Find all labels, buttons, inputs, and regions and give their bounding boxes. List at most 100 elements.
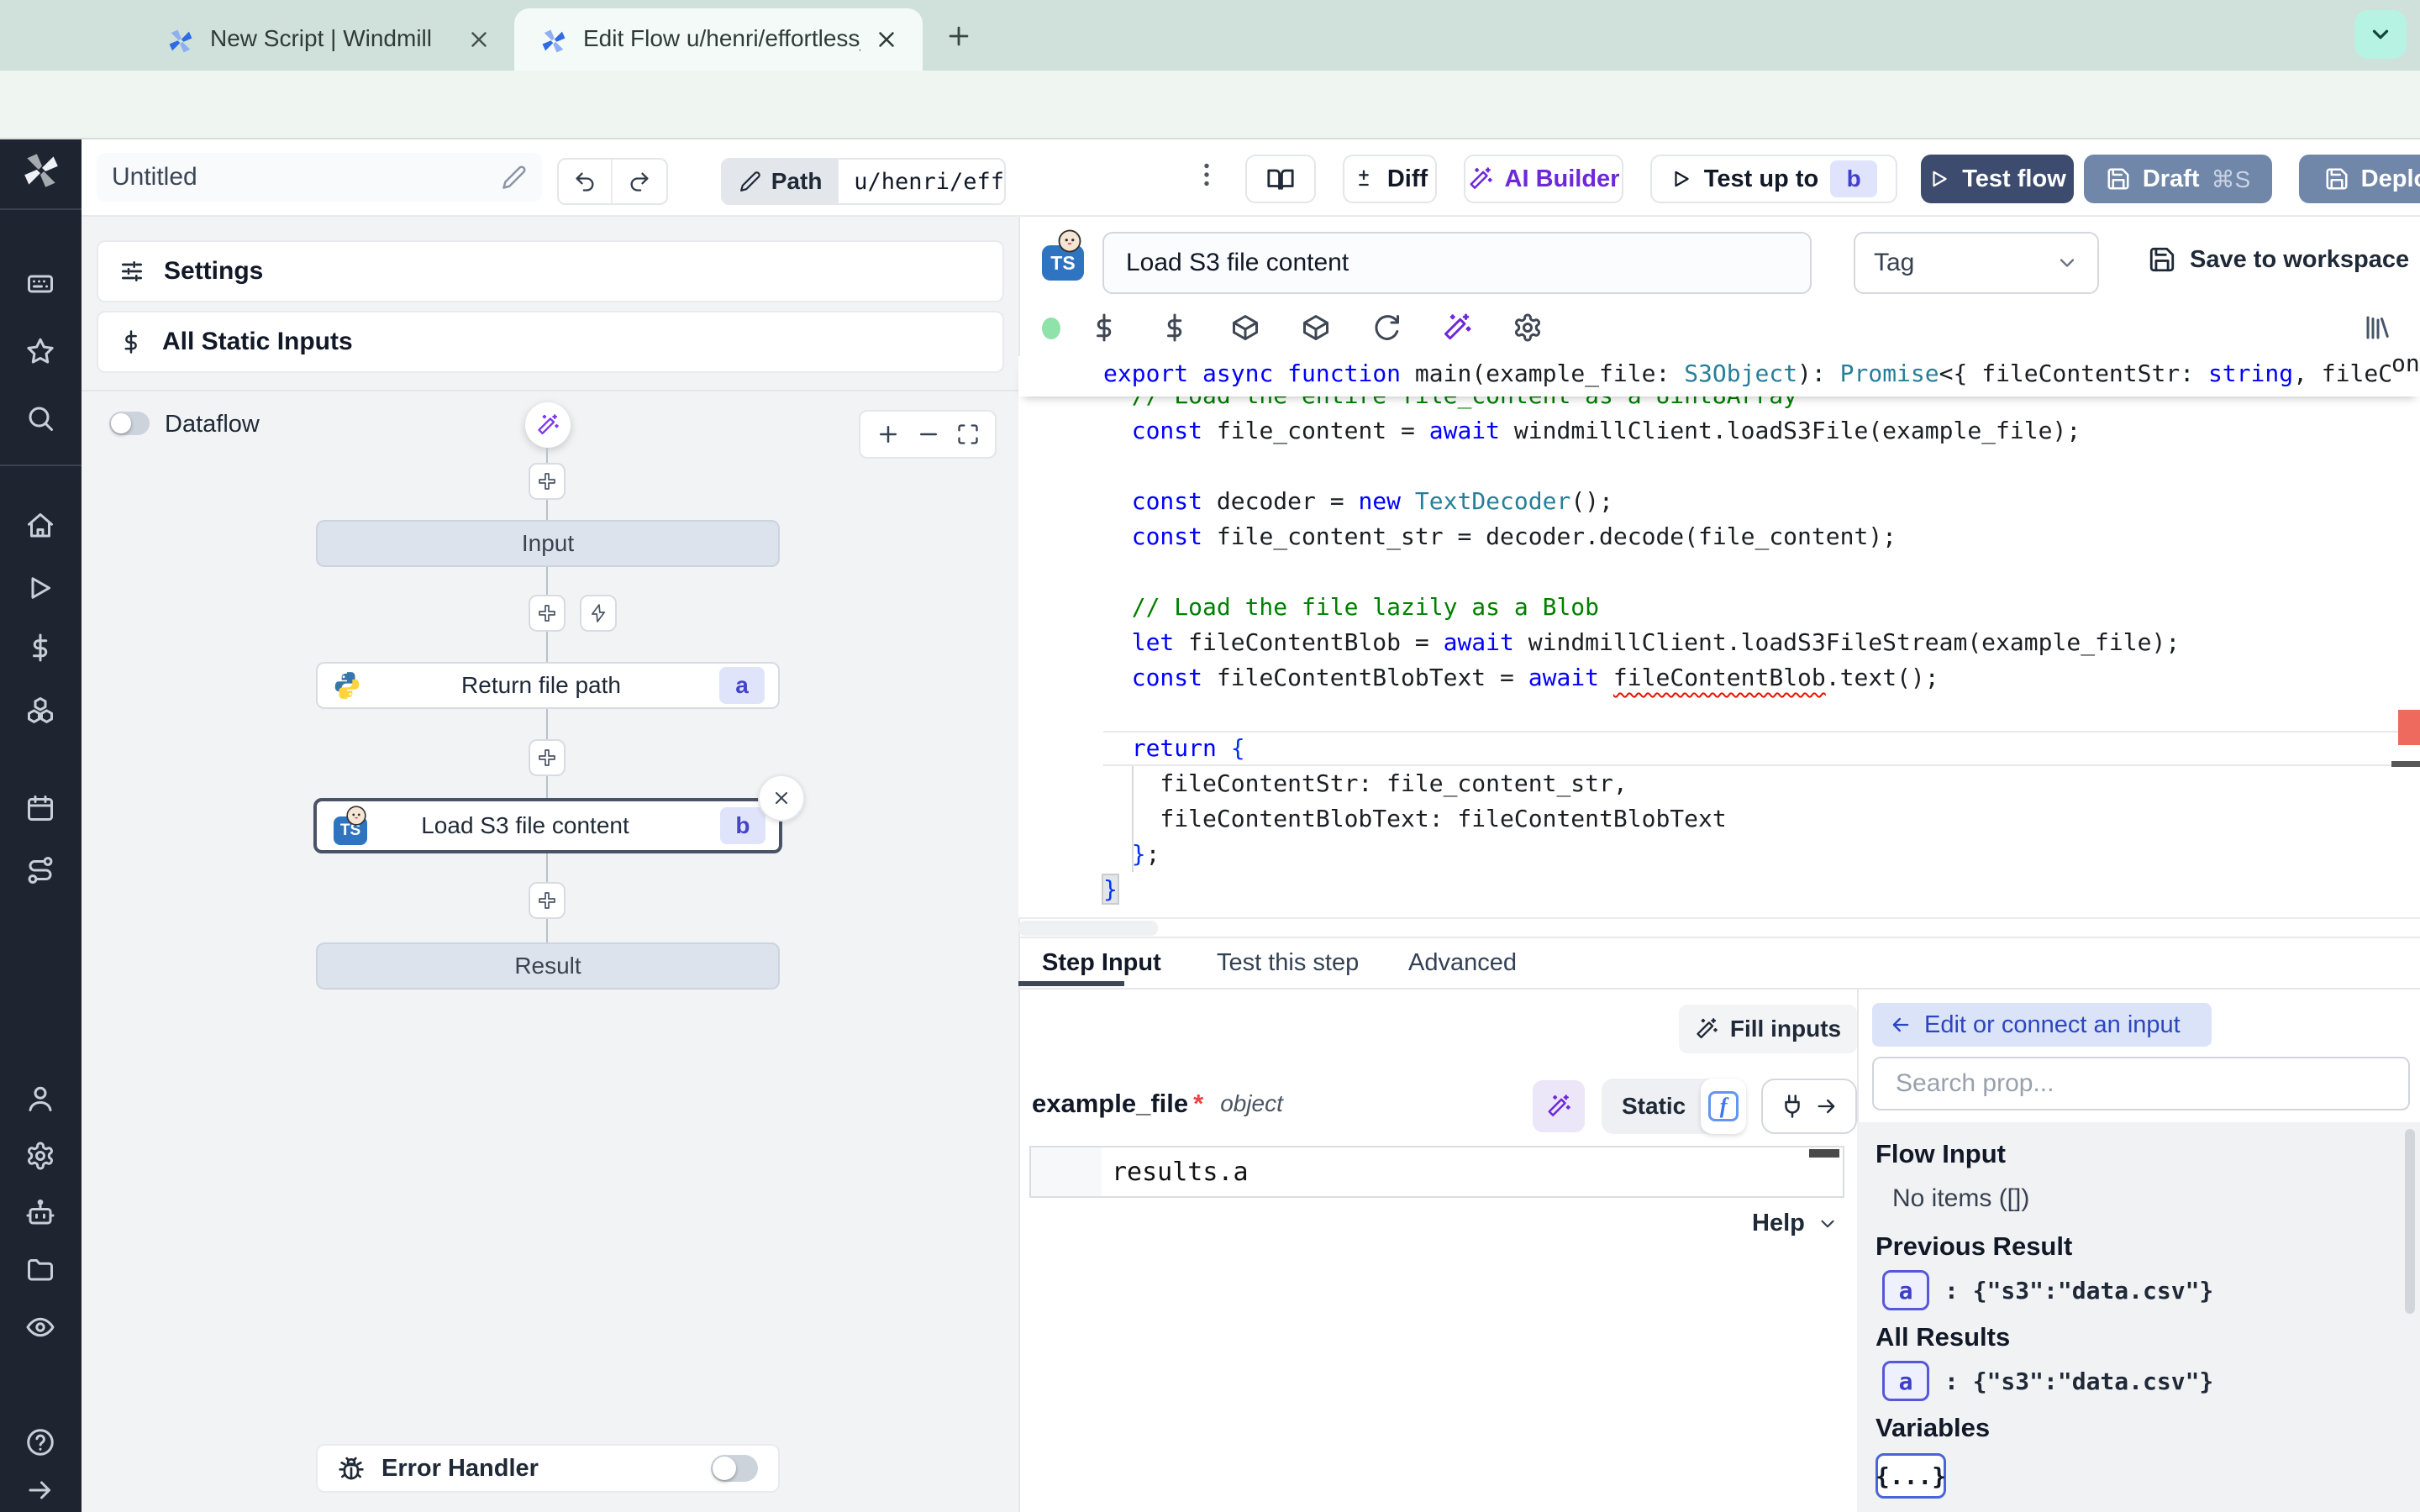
windmill-logo[interactable] (20, 150, 62, 192)
expr-editor[interactable]: results.a (1029, 1146, 1844, 1198)
sidebar-item-home-icon[interactable] (25, 511, 55, 541)
sidebar-item-users-icon[interactable] (25, 1084, 55, 1114)
scrollbar-cursor-marker[interactable] (2391, 761, 2420, 767)
previous-result-row[interactable]: a : {"s3":"data.csv"} (1882, 1270, 2213, 1310)
flow-name-field[interactable]: Untitled (97, 153, 542, 202)
expr-scrollbar-thumb[interactable] (1809, 1149, 1839, 1158)
path-chip[interactable]: Path u/henri/eff (721, 158, 1006, 205)
new-tab-icon[interactable] (944, 22, 973, 50)
all-static-inputs-button[interactable]: All Static Inputs (97, 311, 1004, 373)
sidebar-expand-arrow-icon[interactable] (25, 1475, 55, 1505)
sidebar-item-help-icon[interactable] (25, 1427, 55, 1457)
save-to-workspace-button[interactable]: Save to workspace (2148, 245, 2409, 274)
path-label-segment[interactable]: Path (723, 160, 839, 203)
prop-picker-scrollbar[interactable] (2405, 1129, 2415, 1314)
tab-advanced[interactable]: Advanced (1408, 949, 1517, 977)
arg-ai-wand-button[interactable] (1533, 1080, 1585, 1132)
sidebar-item-schedules-icon[interactable] (25, 793, 55, 823)
javascript-expr-mode-button[interactable]: f (1701, 1079, 1746, 1134)
test-flow-label: Test flow (1962, 165, 2066, 193)
add-step-button-1[interactable] (529, 595, 566, 632)
result-value[interactable]: : {"s3":"data.csv"} (1944, 1277, 2213, 1305)
step-name-input[interactable]: Load S3 file content (1102, 232, 1812, 294)
result-value[interactable]: : {"s3":"data.csv"} (1944, 1368, 2213, 1395)
add-step-button-top[interactable] (529, 463, 566, 500)
horizontal-scrollbar-thumb[interactable] (1018, 921, 1158, 936)
flow-node-step-b-selected[interactable]: TS Load S3 file content b (313, 798, 782, 853)
flow-settings-button[interactable]: Settings (97, 240, 1004, 302)
test-flow-button[interactable]: Test flow (1921, 155, 2074, 203)
package-icon[interactable] (1230, 312, 1260, 343)
zoom-in-icon[interactable] (876, 422, 901, 447)
fit-view-icon[interactable] (956, 423, 980, 446)
sidebar-item-favorites-icon[interactable] (25, 336, 55, 366)
fill-inputs-label: Fill inputs (1730, 1016, 1841, 1042)
reload-icon[interactable] (1371, 312, 1402, 343)
diff-button[interactable]: Diff (1343, 155, 1437, 203)
help-link[interactable]: Help (1752, 1210, 1839, 1237)
draft-button[interactable]: Draft ⌘S (2084, 155, 2272, 203)
static-mode-label[interactable]: Static (1622, 1093, 1686, 1120)
undo-button[interactable] (559, 160, 613, 203)
library-icon[interactable] (2363, 312, 2393, 343)
fill-inputs-button[interactable]: Fill inputs (1679, 1005, 1857, 1053)
sidebar-item-search-icon[interactable] (25, 403, 55, 433)
test-up-to-button[interactable]: Test up to b (1650, 155, 1897, 203)
ai-flow-builder-button[interactable] (525, 402, 571, 448)
search-prop-input[interactable]: Search prop... (1872, 1057, 2410, 1110)
wrapped-code-fragment: on (2391, 349, 2420, 377)
pencil-icon[interactable] (502, 165, 527, 190)
flow-node-input[interactable]: Input (316, 520, 780, 567)
ai-assistant-wand-icon[interactable] (1442, 312, 1472, 343)
save-to-workspace-label: Save to workspace (2190, 246, 2409, 274)
flow-node-result[interactable]: Result (316, 942, 780, 990)
all-results-row[interactable]: a : {"s3":"data.csv"} (1882, 1361, 2213, 1401)
ai-builder-button[interactable]: AI Builder (1464, 155, 1623, 203)
docs-button[interactable] (1245, 155, 1316, 203)
edit-or-connect-button[interactable]: Edit or connect an input (1872, 1003, 2212, 1047)
sidebar-item-folders-icon[interactable] (25, 1254, 55, 1284)
sidebar-item-settings-icon[interactable] (25, 1141, 55, 1171)
active-tab-underline (1018, 981, 1124, 986)
sidebar-item-workers-icon[interactable] (25, 1198, 55, 1228)
deploy-button[interactable]: Deploy (2299, 155, 2420, 203)
code-editor[interactable]: // Load the entire file_content as a Uin… (1018, 358, 2420, 917)
tab-test-this-step[interactable]: Test this step (1217, 949, 1359, 977)
tab-step-input[interactable]: Step Input (1042, 949, 1161, 977)
variables-icon[interactable] (1089, 312, 1119, 343)
add-step-button-2[interactable] (529, 739, 566, 776)
more-options-kebab-icon[interactable] (1192, 160, 1222, 190)
cross-plus-icon (537, 748, 557, 768)
result-key-badge[interactable]: a (1882, 1270, 1929, 1310)
connect-input-button[interactable] (1761, 1079, 1857, 1134)
browser-tab-new-script[interactable]: New Script | Windmill (143, 8, 513, 71)
error-handler-row[interactable]: Error Handler (316, 1444, 780, 1493)
sidebar-item-resources-icon[interactable] (25, 695, 55, 725)
close-tab-icon[interactable] (466, 27, 492, 52)
sidebar-item-audit-logs-icon[interactable] (25, 1312, 55, 1342)
error-handler-toggle[interactable] (711, 1455, 758, 1482)
sidebar-item-apps-icon[interactable] (25, 269, 55, 299)
remove-step-button[interactable] (758, 774, 805, 822)
browser-tab-edit-flow[interactable]: Edit Flow u/henri/effortless_fl (514, 8, 923, 71)
variables-object-badge[interactable]: {...} (1876, 1453, 1946, 1499)
arg-name: example_file (1032, 1089, 1188, 1119)
flow-node-step-a[interactable]: Return file path a (316, 662, 780, 709)
zoom-out-icon[interactable] (916, 422, 941, 447)
dataflow-toggle[interactable] (109, 412, 150, 435)
sidebar-item-variables-icon[interactable] (25, 633, 55, 663)
editor-settings-gear-icon[interactable] (1512, 312, 1543, 343)
resources-dollar-icon[interactable] (1160, 312, 1190, 343)
search-tabs-button[interactable] (2354, 10, 2407, 59)
overview-ruler-error-marker (2398, 710, 2420, 745)
package-icon[interactable] (1301, 312, 1331, 343)
result-key-badge[interactable]: a (1882, 1361, 1929, 1401)
add-trigger-button[interactable] (580, 595, 617, 632)
close-tab-icon[interactable] (874, 27, 899, 52)
sidebar-item-routes-icon[interactable] (25, 855, 55, 885)
redo-button[interactable] (613, 160, 666, 203)
dollar-icon (118, 329, 144, 354)
sidebar-item-runs-icon[interactable] (25, 573, 55, 603)
tag-select[interactable]: Tag (1854, 232, 2099, 294)
add-step-button-3[interactable] (529, 882, 566, 919)
